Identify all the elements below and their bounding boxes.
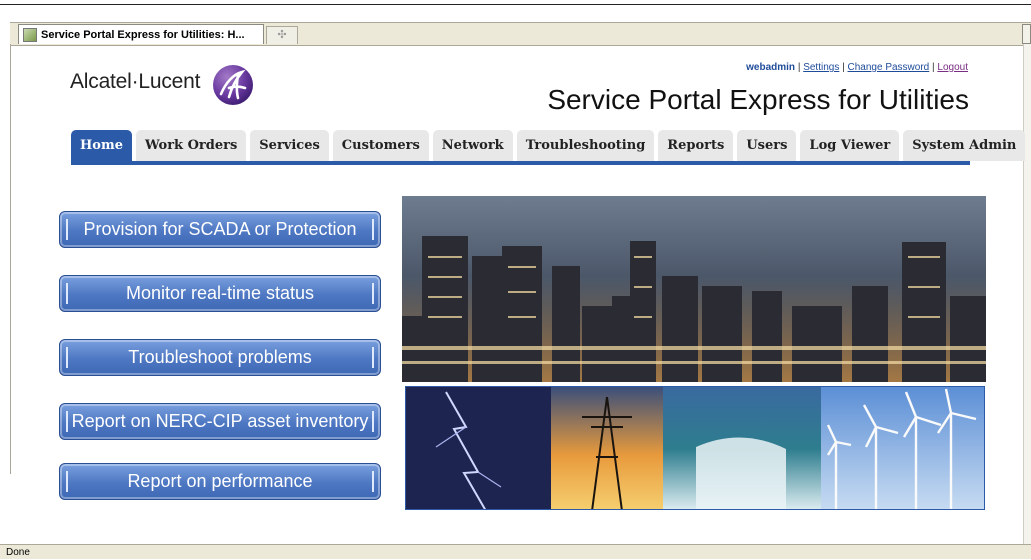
logout-link[interactable]: Logout — [937, 62, 968, 73]
troubleshoot-button[interactable]: Troubleshoot problems — [59, 339, 381, 376]
user-links: webadmin | Settings | Change Password | … — [746, 62, 968, 73]
app-title: Service Portal Express for Utilities — [547, 84, 969, 115]
tab-services[interactable]: Services — [250, 130, 329, 161]
tab-network[interactable]: Network — [432, 130, 513, 161]
tab-log-viewer[interactable]: Log Viewer — [800, 130, 900, 161]
window-top-border — [0, 4, 1031, 5]
tab-reports[interactable]: Reports — [658, 130, 734, 161]
wind-turbines-image — [821, 387, 984, 509]
browser-status-bar: Done — [0, 544, 1031, 559]
city-skyline-night-image — [402, 196, 986, 382]
change-password-link[interactable]: Change Password — [848, 62, 930, 73]
tab-users[interactable]: Users — [737, 130, 797, 161]
vertical-scrollbar[interactable] — [1023, 44, 1031, 544]
separator: | — [797, 62, 801, 73]
tab-customers[interactable]: Customers — [332, 130, 429, 161]
browser-tab[interactable]: Service Portal Express for Utilities: H.… — [18, 24, 264, 44]
page-favicon-icon — [23, 27, 37, 42]
power-tower-sunset-image — [551, 387, 663, 509]
tab-work-orders[interactable]: Work Orders — [135, 130, 247, 161]
settings-link[interactable]: Settings — [803, 62, 839, 73]
left-frame-edge — [0, 44, 11, 474]
alcatel-lucent-logo-icon — [213, 65, 253, 105]
new-tab-button[interactable]: ✣ — [266, 26, 298, 44]
waterfall-image — [663, 387, 821, 509]
nerc-cip-report-button[interactable]: Report on NERC-CIP asset inventory — [59, 403, 381, 440]
performance-report-button[interactable]: Report on performance — [59, 463, 381, 500]
username-label: webadmin — [746, 62, 796, 73]
browser-tab-title: Service Portal Express for Utilities: H.… — [41, 28, 245, 41]
lightning-image — [406, 387, 551, 509]
company-logo-text: Alcatel·Lucent — [70, 70, 201, 93]
provision-scada-button[interactable]: Provision for SCADA or Protection — [59, 211, 381, 248]
monitor-status-button[interactable]: Monitor real-time status — [59, 275, 381, 312]
separator: | — [932, 62, 935, 73]
tab-troubleshooting[interactable]: Troubleshooting — [516, 130, 655, 161]
tab-system-admin[interactable]: System Admin — [903, 130, 1026, 161]
utility-images-strip — [405, 386, 985, 510]
separator: | — [842, 62, 845, 73]
tab-home[interactable]: Home — [71, 130, 132, 161]
nav-underline — [71, 161, 970, 165]
main-nav: Home Work Orders Services Customers Netw… — [71, 130, 1026, 161]
tab-list-button[interactable] — [1022, 24, 1031, 44]
